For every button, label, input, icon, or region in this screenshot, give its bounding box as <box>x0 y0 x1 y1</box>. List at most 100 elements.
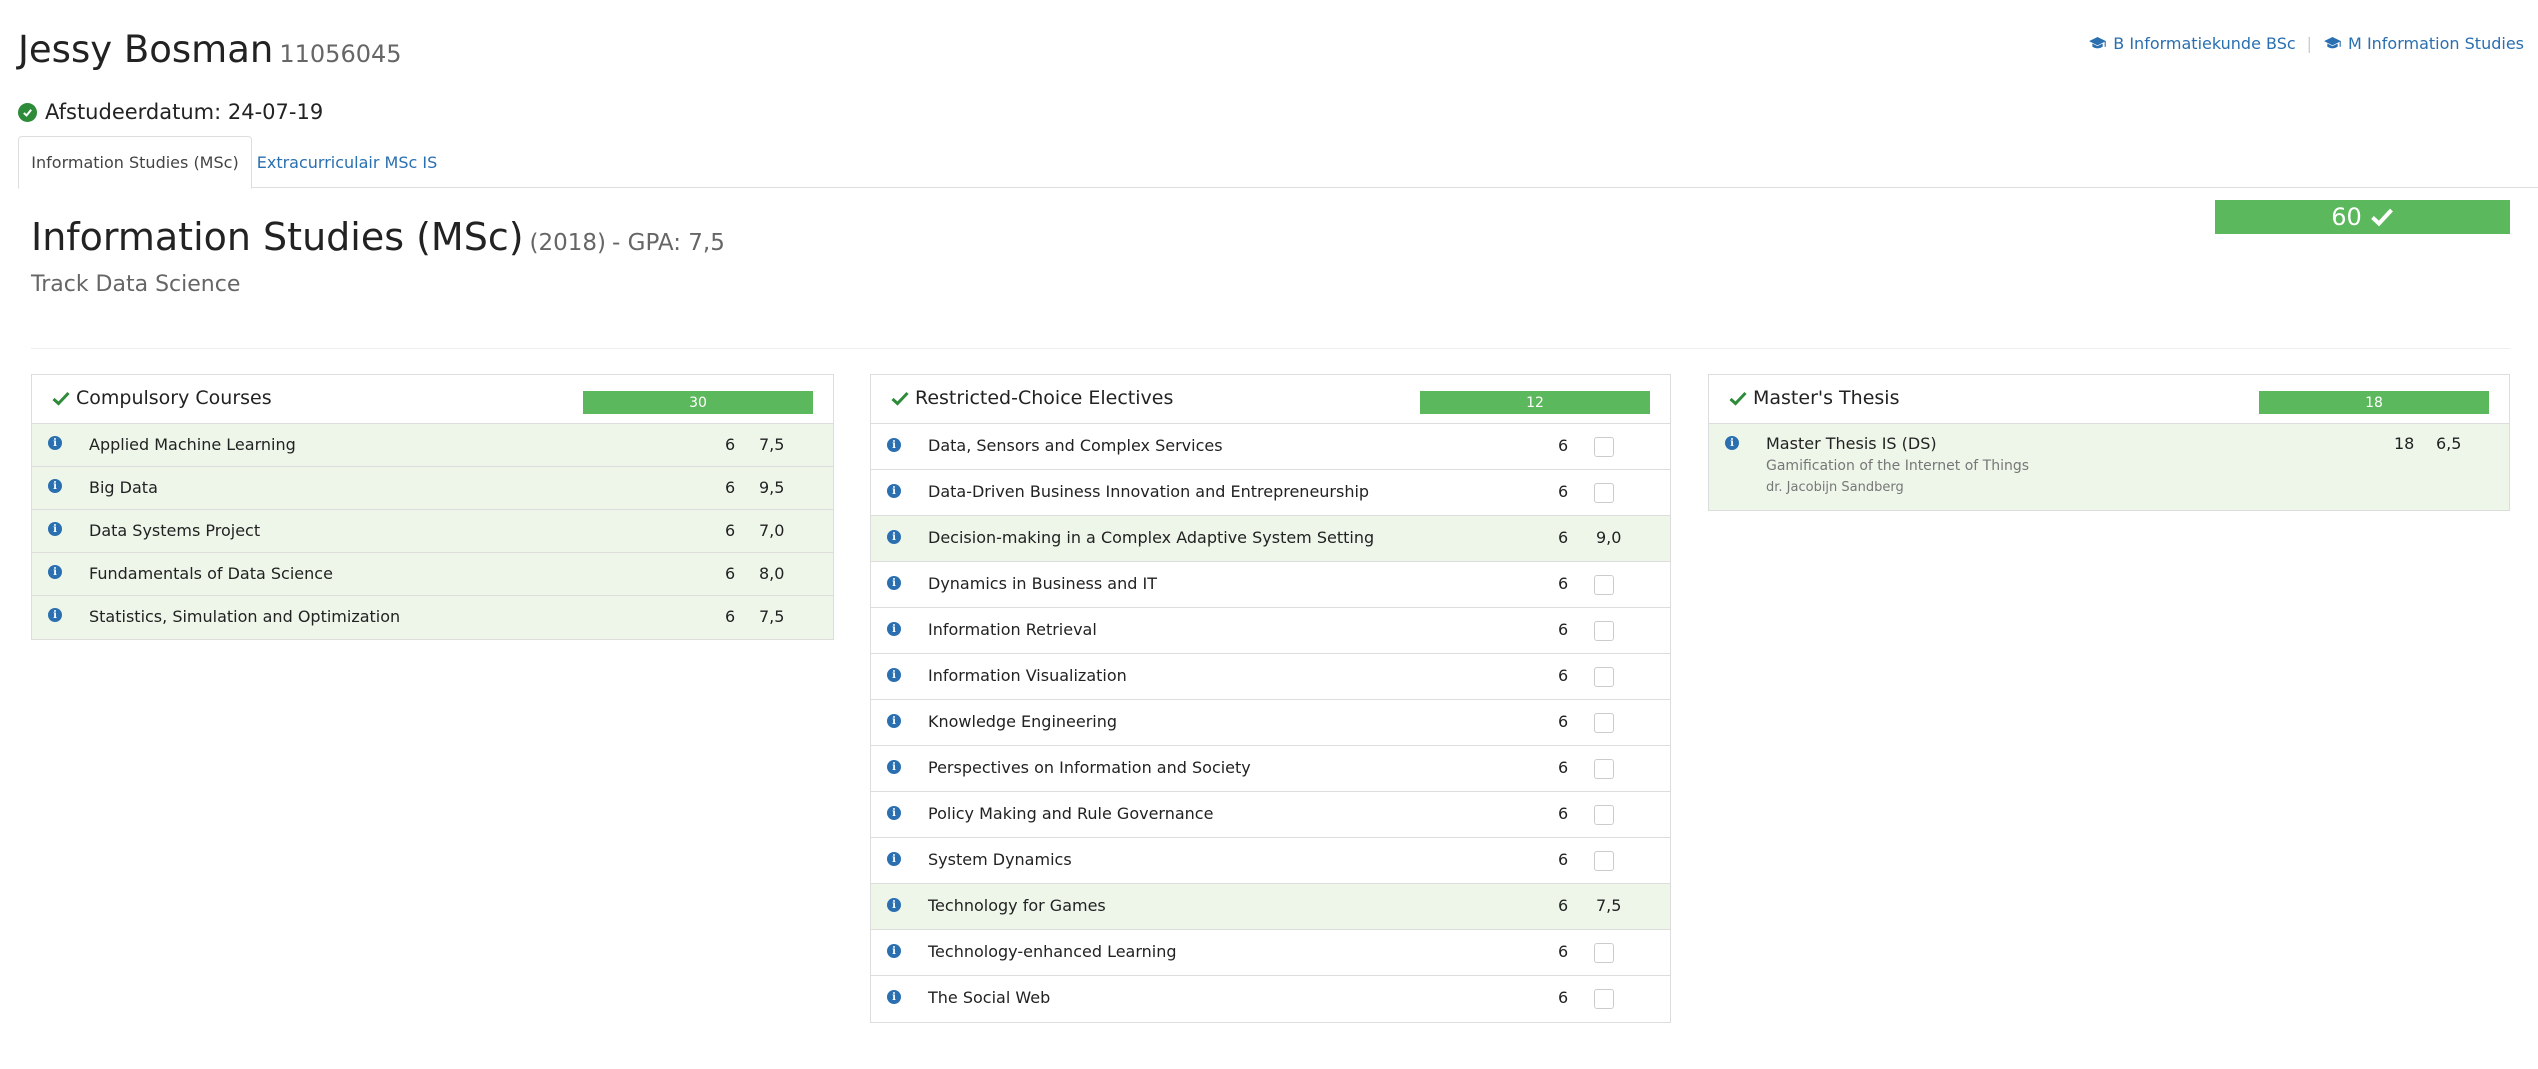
total-credits-value: 60 <box>2331 203 2362 231</box>
course-name[interactable]: Perspectives on Information and Society <box>928 758 1251 777</box>
course-name[interactable]: Data, Sensors and Complex Services <box>928 436 1223 455</box>
course-row: i System Dynamics 6 <box>871 838 1670 884</box>
course-grade: 7,0 <box>759 521 785 540</box>
info-icon[interactable]: i <box>48 522 62 536</box>
program-link-label: M Information Studies <box>2348 34 2524 53</box>
program-link-master[interactable]: M Information Studies <box>2323 34 2524 53</box>
course-name[interactable]: Data Systems Project <box>89 521 260 540</box>
program-gpa: - GPA: 7,5 <box>612 230 725 256</box>
course-checkbox[interactable] <box>1594 575 1614 595</box>
course-checkbox[interactable] <box>1594 989 1614 1009</box>
program-separator: | <box>2306 34 2313 53</box>
info-icon[interactable]: i <box>887 944 901 958</box>
panel-restricted-choice-electives: Restricted-Choice Electives 12 i Data, S… <box>870 374 1671 1023</box>
course-list: i Applied Machine Learning 6 7,5 i Big D… <box>32 424 833 639</box>
tab-information-studies[interactable]: Information Studies (MSc) <box>18 136 252 189</box>
course-name[interactable]: Information Visualization <box>928 666 1127 685</box>
course-name[interactable]: Data-Driven Business Innovation and Entr… <box>928 482 1369 501</box>
thesis-topic: Gamification of the Internet of Things <box>1766 458 2030 474</box>
course-name[interactable]: Master Thesis IS (DS) <box>1766 434 1937 453</box>
info-icon[interactable]: i <box>887 852 901 866</box>
tab-extracurriculair[interactable]: Extracurriculair MSc IS <box>252 136 442 188</box>
course-name[interactable]: System Dynamics <box>928 850 1072 869</box>
course-row: i Applied Machine Learning 6 7,5 <box>32 424 833 467</box>
info-icon[interactable]: i <box>48 436 62 450</box>
student-number: 11056045 <box>279 40 402 68</box>
panel-credits-bar: 18 <box>2259 391 2489 414</box>
thesis-supervisor: dr. Jacobijn Sandberg <box>1766 480 1904 495</box>
course-grade: 7,5 <box>1596 896 1622 915</box>
info-icon[interactable]: i <box>48 479 62 493</box>
info-icon[interactable]: i <box>887 438 901 452</box>
course-name[interactable]: Knowledge Engineering <box>928 712 1117 731</box>
info-icon[interactable]: i <box>887 714 901 728</box>
course-checkbox[interactable] <box>1594 483 1614 503</box>
info-icon[interactable]: i <box>887 576 901 590</box>
course-ects: 6 <box>725 521 736 540</box>
panel-title-text: Master's Thesis <box>1753 387 1900 409</box>
total-credits-bar: 60 <box>2215 200 2510 234</box>
course-name[interactable]: Technology for Games <box>928 896 1106 915</box>
info-icon[interactable]: i <box>887 668 901 682</box>
course-ects: 6 <box>1558 528 1569 547</box>
course-checkbox[interactable] <box>1594 943 1614 963</box>
graduation-date: Afstudeerdatum: 24-07-19 <box>18 100 323 124</box>
graduation-date-text: Afstudeerdatum: 24-07-19 <box>45 100 324 124</box>
course-name[interactable]: Fundamentals of Data Science <box>89 564 333 583</box>
course-checkbox[interactable] <box>1594 437 1614 457</box>
check-icon <box>891 391 909 406</box>
course-checkbox[interactable] <box>1594 759 1614 779</box>
program-title-text: Information Studies (MSc) <box>31 215 524 259</box>
course-grade: 7,5 <box>759 435 785 454</box>
info-icon[interactable]: i <box>887 806 901 820</box>
panel-title: Compulsory Courses <box>52 387 272 409</box>
info-icon[interactable]: i <box>48 608 62 622</box>
course-checkbox[interactable] <box>1594 621 1614 641</box>
course-name[interactable]: Applied Machine Learning <box>89 435 296 454</box>
course-name[interactable]: Dynamics in Business and IT <box>928 574 1157 593</box>
course-name[interactable]: Big Data <box>89 478 158 497</box>
course-ects: 6 <box>1558 666 1569 685</box>
info-icon[interactable]: i <box>887 622 901 636</box>
course-ects: 6 <box>1558 896 1569 915</box>
info-icon[interactable]: i <box>887 760 901 774</box>
course-grade: 7,5 <box>759 607 785 626</box>
info-icon[interactable]: i <box>887 990 901 1004</box>
course-checkbox[interactable] <box>1594 805 1614 825</box>
course-name[interactable]: The Social Web <box>928 988 1050 1007</box>
panel-header: Compulsory Courses 30 <box>32 375 833 424</box>
info-icon[interactable]: i <box>48 565 62 579</box>
info-icon[interactable]: i <box>887 898 901 912</box>
course-row: i Big Data 6 9,5 <box>32 467 833 510</box>
course-checkbox[interactable] <box>1594 713 1614 733</box>
course-name[interactable]: Decision-making in a Complex Adaptive Sy… <box>928 528 1374 547</box>
course-ects: 6 <box>1558 804 1569 823</box>
course-ects: 6 <box>1558 712 1569 731</box>
course-name[interactable]: Policy Making and Rule Governance <box>928 804 1213 823</box>
course-list: i Master Thesis IS (DS) Gamification of … <box>1709 424 2509 510</box>
course-checkbox[interactable] <box>1594 667 1614 687</box>
course-checkbox[interactable] <box>1594 851 1614 871</box>
graduation-cap-icon <box>2324 36 2341 49</box>
panel-credits-bar: 30 <box>583 391 813 414</box>
info-icon[interactable]: i <box>1725 436 1739 450</box>
course-row: i Master Thesis IS (DS) Gamification of … <box>1709 424 2509 510</box>
course-row: i Data-Driven Business Innovation and En… <box>871 470 1670 516</box>
course-name[interactable]: Information Retrieval <box>928 620 1097 639</box>
info-icon[interactable]: i <box>887 530 901 544</box>
course-name[interactable]: Statistics, Simulation and Optimization <box>89 607 400 626</box>
check-icon <box>2370 208 2393 227</box>
course-name[interactable]: Technology-enhanced Learning <box>928 942 1177 961</box>
course-row: i Dynamics in Business and IT 6 <box>871 562 1670 608</box>
course-row: i Statistics, Simulation and Optimizatio… <box>32 596 833 639</box>
course-row: i Decision-making in a Complex Adaptive … <box>871 516 1670 562</box>
program-links: B Informatiekunde BSc | M Information St… <box>2088 34 2524 53</box>
course-ects: 6 <box>1558 758 1569 777</box>
info-icon[interactable]: i <box>887 484 901 498</box>
course-ects: 6 <box>1558 988 1569 1007</box>
course-row: i Fundamentals of Data Science 6 8,0 <box>32 553 833 596</box>
program-link-bachelor[interactable]: B Informatiekunde BSc <box>2088 34 2296 53</box>
course-row: i Policy Making and Rule Governance 6 <box>871 792 1670 838</box>
student-name-text: Jessy Bosman <box>18 28 274 71</box>
course-row: i Technology-enhanced Learning 6 <box>871 930 1670 976</box>
